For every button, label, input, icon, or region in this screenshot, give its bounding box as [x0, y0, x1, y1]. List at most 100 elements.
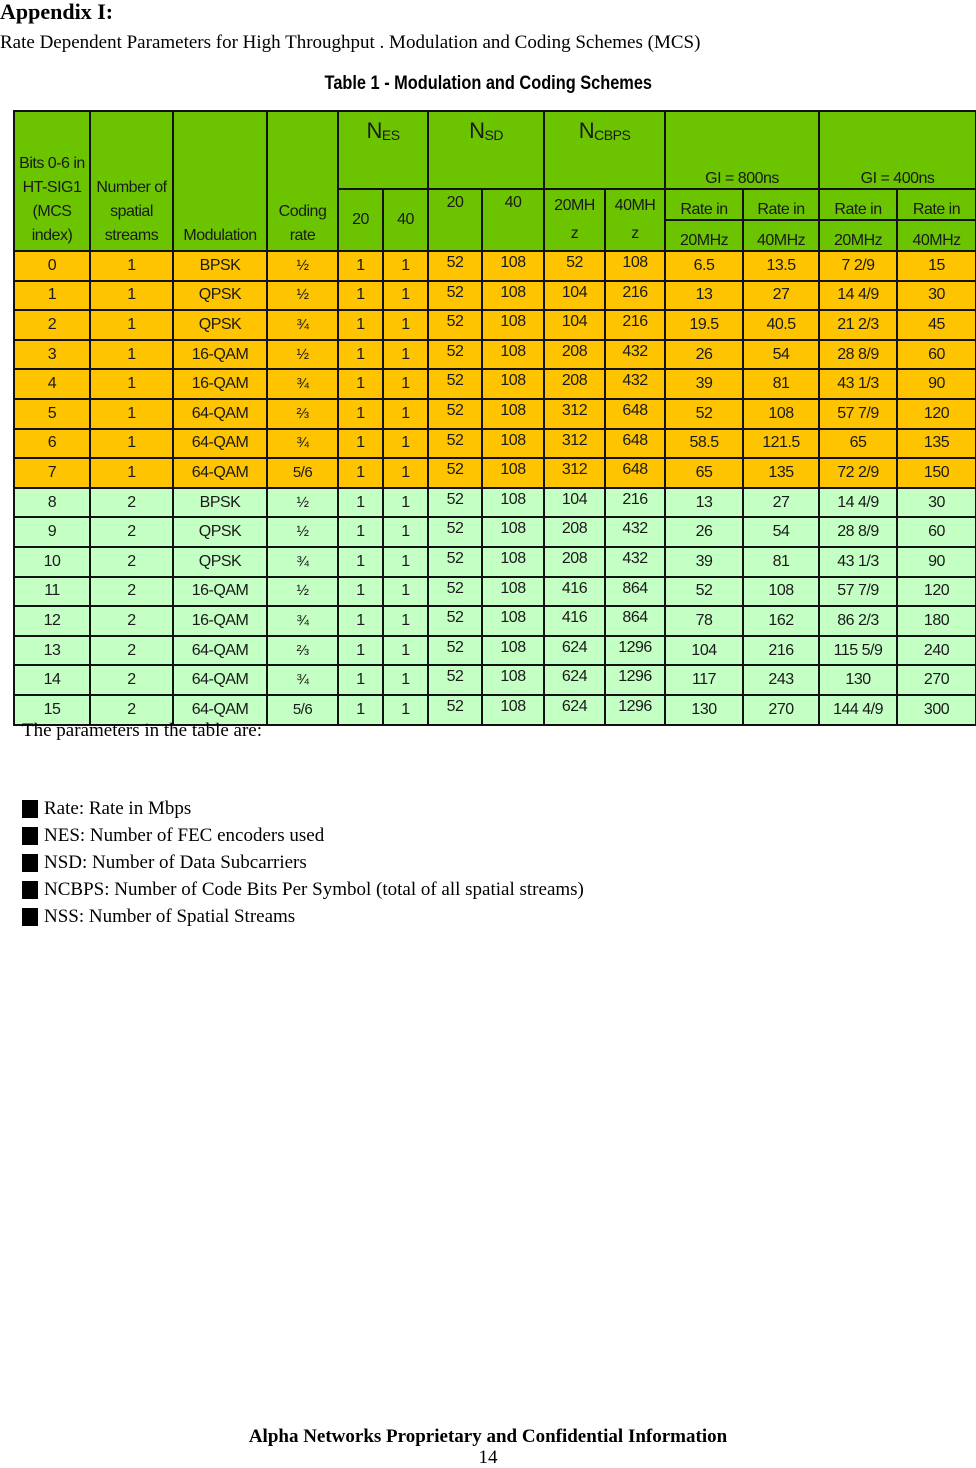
- cell-coding-rate: ½: [266, 250, 339, 282]
- cell-spatial-streams: 2: [89, 634, 174, 667]
- header-gi400-40mhz: 40MHz: [896, 219, 976, 252]
- header-nsd-40: 40: [481, 188, 546, 252]
- header-mcs-index: Bits 0-6 in HT-SIG1 (MCS index): [13, 110, 91, 252]
- cell-rate-gi400-40mhz: 90: [896, 545, 976, 578]
- header-rate-in: Rate in: [818, 188, 899, 221]
- cell-ncbps-40: 864: [604, 575, 667, 608]
- cell-coding-rate: 5/6: [266, 457, 339, 489]
- cell-nsd-40: 108: [481, 368, 546, 400]
- header-nes: NES: [336, 110, 430, 190]
- cell-spatial-streams: 1: [89, 368, 174, 400]
- cell-nes-40: 1: [381, 545, 430, 578]
- cell-rate-gi400-40mhz: 300: [896, 693, 976, 726]
- cell-modulation: 64-QAM: [172, 634, 268, 667]
- cell-ncbps-40: 648: [604, 427, 667, 460]
- cell-nsd-20: 52: [427, 279, 484, 312]
- cell-mcs-index: 5: [13, 397, 91, 430]
- cell-mcs-index: 11: [13, 575, 91, 608]
- cell-rate-gi400-20mhz: 144 4/9: [818, 693, 899, 726]
- header-ncbps-20: 20MHz: [543, 188, 607, 252]
- cell-mcs-index: 0: [13, 250, 91, 282]
- cell-modulation: 64-QAM: [172, 664, 268, 696]
- header-nsd: NSD: [427, 110, 546, 190]
- cell-ncbps-20: 104: [543, 486, 607, 519]
- cell-ncbps-40: 1296: [604, 693, 667, 726]
- cell-rate-gi400-20mhz: 86 2/3: [818, 605, 899, 637]
- cell-spatial-streams: 2: [89, 486, 174, 519]
- cell-spatial-streams: 2: [89, 516, 174, 548]
- cell-ncbps-40: 864: [604, 605, 667, 637]
- table-row: 1 1 QPSK ½ 1 1 52 108 104 216 13 27 14 4/9 30: [13, 279, 976, 312]
- cell-ncbps-20: 104: [543, 309, 607, 341]
- table-row: 9 2 QPSK ½ 1 1 52 108 208 432 26 54 28 8/9 60: [13, 516, 976, 548]
- cell-mcs-index: 4: [13, 368, 91, 400]
- header-gi400-20mhz: 20MHz: [818, 219, 899, 252]
- table-row: 3 1 16-QAM ½ 1 1 52 108 208 432 26 54 28 8/9 60: [13, 338, 976, 371]
- cell-mcs-index: 3: [13, 338, 91, 371]
- cell-ncbps-20: 208: [543, 368, 607, 400]
- cell-ncbps-40: 216: [604, 309, 667, 341]
- cell-ncbps-40: 216: [604, 486, 667, 519]
- cell-nes-40: 1: [381, 664, 430, 696]
- header-ncbps-sub: CBPS: [594, 127, 631, 143]
- cell-nes-20: 1: [337, 397, 384, 430]
- document-subtitle: Rate Dependent Parameters for High Throu…: [0, 32, 701, 53]
- cell-nes-40: 1: [381, 427, 430, 460]
- table-row: 8 2 BPSK ½ 1 1 52 108 104 216 13 27 14 4/9 30: [13, 486, 976, 519]
- cell-modulation: BPSK: [172, 250, 268, 282]
- cell-nes-20: 1: [337, 605, 384, 637]
- cell-nsd-40: 108: [481, 338, 546, 371]
- cell-modulation: QPSK: [172, 545, 268, 578]
- parameters-list: Rate: Rate in Mbps NES: Number of FEC en…: [22, 795, 584, 930]
- cell-nsd-40: 108: [481, 575, 546, 608]
- cell-nes-40: 1: [381, 516, 430, 548]
- cell-rate-gi400-40mhz: 60: [896, 516, 976, 548]
- header-gi800-40mhz: 40MHz: [742, 219, 821, 252]
- cell-nsd-40: 108: [481, 250, 546, 282]
- cell-rate-gi800-20mhz: 52: [664, 397, 745, 430]
- cell-rate-gi800-40mhz: 27: [742, 279, 821, 312]
- cell-rate-gi800-20mhz: 13: [664, 279, 745, 312]
- table-row: 10 2 QPSK ¾ 1 1 52 108 208 432 39 81 43 1/3 90: [13, 545, 976, 578]
- cell-ncbps-20: 416: [543, 605, 607, 637]
- parameter-text: NSD: Number of Data Subcarriers: [44, 852, 307, 873]
- cell-rate-gi800-40mhz: 54: [742, 516, 821, 548]
- cell-rate-gi400-20mhz: 28 8/9: [818, 516, 899, 548]
- cell-rate-gi400-20mhz: 14 4/9: [818, 279, 899, 312]
- cell-rate-gi800-20mhz: 130: [664, 693, 745, 726]
- cell-nes-20: 1: [337, 664, 384, 696]
- cell-ncbps-20: 104: [543, 279, 607, 312]
- cell-coding-rate: ¾: [266, 664, 339, 696]
- mcs-table-container: Bits 0-6 in HT-SIG1 (MCS index) Number o…: [13, 110, 976, 726]
- cell-rate-gi400-20mhz: 7 2/9: [818, 250, 899, 282]
- cell-rate-gi800-40mhz: 135: [742, 457, 821, 489]
- square-bullet-icon: [22, 880, 38, 899]
- cell-nes-40: 1: [381, 634, 430, 667]
- parameter-text: NSS: Number of Spatial Streams: [44, 906, 296, 927]
- cell-nes-20: 1: [337, 338, 384, 371]
- cell-spatial-streams: 1: [89, 427, 174, 460]
- cell-ncbps-20: 312: [543, 427, 607, 460]
- cell-spatial-streams: 2: [89, 664, 174, 696]
- header-ncbps-base: N: [578, 118, 595, 143]
- table-row: 5 1 64-QAM ⅔ 1 1 52 108 312 648 52 108 57 7/9 120: [13, 397, 976, 430]
- cell-modulation: 64-QAM: [172, 397, 268, 430]
- cell-nsd-20: 52: [427, 338, 484, 371]
- cell-nes-20: 1: [337, 516, 384, 548]
- cell-spatial-streams: 1: [89, 309, 174, 341]
- cell-coding-rate: ¾: [266, 309, 339, 341]
- cell-nes-20: 1: [337, 309, 384, 341]
- header-nes-20: 20: [337, 188, 384, 252]
- cell-nsd-20: 52: [427, 516, 484, 548]
- cell-nes-40: 1: [381, 250, 430, 282]
- cell-nes-40: 1: [381, 486, 430, 519]
- cell-nes-20: 1: [337, 250, 384, 282]
- cell-rate-gi800-40mhz: 216: [742, 634, 821, 667]
- cell-rate-gi400-40mhz: 135: [896, 427, 976, 460]
- footer-confidential-notice: Alpha Networks Proprietary and Confident…: [248, 1426, 728, 1447]
- cell-rate-gi400-20mhz: 72 2/9: [818, 457, 899, 489]
- cell-ncbps-20: 312: [543, 397, 607, 430]
- cell-spatial-streams: 1: [89, 397, 174, 430]
- header-nes-40: 40: [381, 188, 430, 252]
- cell-mcs-index: 12: [13, 605, 91, 637]
